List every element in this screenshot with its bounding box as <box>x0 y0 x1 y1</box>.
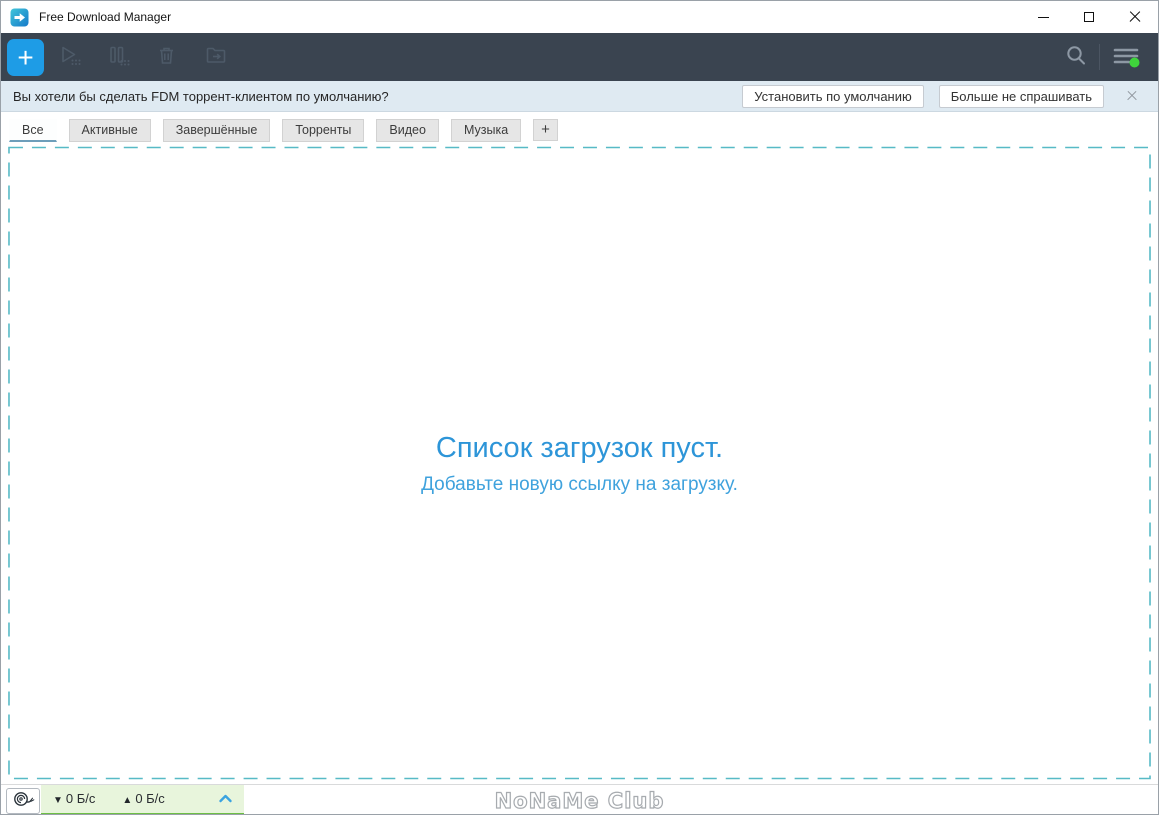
dont-ask-button[interactable]: Больше не спрашивать <box>939 85 1104 108</box>
search-icon <box>1063 43 1089 72</box>
status-bar: ▼0 Б/с ▲0 Б/с NoNaMe Club <box>1 784 1158 815</box>
watermark: NoNaMe Club <box>495 789 665 813</box>
window-controls <box>1020 1 1158 33</box>
expand-panel-button[interactable] <box>217 792 234 805</box>
notification-close-icon[interactable] <box>1126 90 1138 102</box>
folder-remove-button[interactable] <box>191 37 240 77</box>
close-icon <box>1129 11 1141 23</box>
download-list-area[interactable]: Список загрузок пуст. Добавьте новую ссы… <box>1 144 1158 784</box>
add-download-button[interactable]: + <box>7 39 44 76</box>
close-button[interactable] <box>1112 1 1158 33</box>
upload-speed: ▲0 Б/с <box>122 791 164 806</box>
minimize-button[interactable] <box>1020 1 1066 33</box>
download-arrow-icon: ▼ <box>53 795 63 806</box>
maximize-button[interactable] <box>1066 1 1112 33</box>
resume-all-button[interactable] <box>44 37 93 77</box>
upload-arrow-icon: ▲ <box>122 795 132 806</box>
toolbar: + <box>1 33 1158 81</box>
tab-active[interactable]: Активные <box>69 119 151 142</box>
tab-music[interactable]: Музыка <box>451 119 521 142</box>
menu-icon <box>1111 43 1141 72</box>
search-button[interactable] <box>1055 37 1097 77</box>
tab-torrents[interactable]: Торренты <box>282 119 364 142</box>
tab-all[interactable]: Все <box>9 119 57 142</box>
snail-icon <box>12 789 35 812</box>
titlebar: Free Download Manager <box>1 1 1158 33</box>
fdm-logo-icon <box>10 8 29 27</box>
pause-all-button[interactable] <box>93 37 142 77</box>
empty-state: Список загрузок пуст. Добавьте новую ссы… <box>1 144 1158 784</box>
notification-bar: Вы хотели бы сделать FDM торрент-клиенто… <box>1 81 1158 112</box>
add-tab-button[interactable]: + <box>533 119 558 141</box>
empty-state-subtitle: Добавьте новую ссылку на загрузку. <box>421 474 738 496</box>
notification-dot <box>1130 57 1140 67</box>
window-title: Free Download Manager <box>39 10 171 24</box>
delete-button[interactable] <box>142 37 191 77</box>
empty-state-title: Список загрузок пуст. <box>436 432 723 465</box>
play-icon <box>55 42 82 72</box>
minimize-icon <box>1038 17 1049 18</box>
app-window: Free Download Manager + <box>0 0 1159 815</box>
maximize-icon <box>1084 12 1094 22</box>
toolbar-divider <box>1099 44 1100 70</box>
tab-completed[interactable]: Завершённые <box>163 119 271 142</box>
menu-button[interactable] <box>1102 37 1150 77</box>
speed-limit-button[interactable] <box>6 788 40 814</box>
set-default-button[interactable]: Установить по умолчанию <box>742 85 923 108</box>
notification-message: Вы хотели бы сделать FDM торрент-клиенто… <box>13 89 389 104</box>
pause-icon <box>104 42 131 72</box>
trash-icon <box>154 43 179 71</box>
folder-remove-icon <box>203 43 229 72</box>
speed-panel: ▼0 Б/с ▲0 Б/с <box>41 785 244 815</box>
tab-bar: Все Активные Завершённые Торренты Видео … <box>1 112 1158 144</box>
tab-video[interactable]: Видео <box>376 119 439 142</box>
download-speed: ▼0 Б/с <box>53 791 95 806</box>
